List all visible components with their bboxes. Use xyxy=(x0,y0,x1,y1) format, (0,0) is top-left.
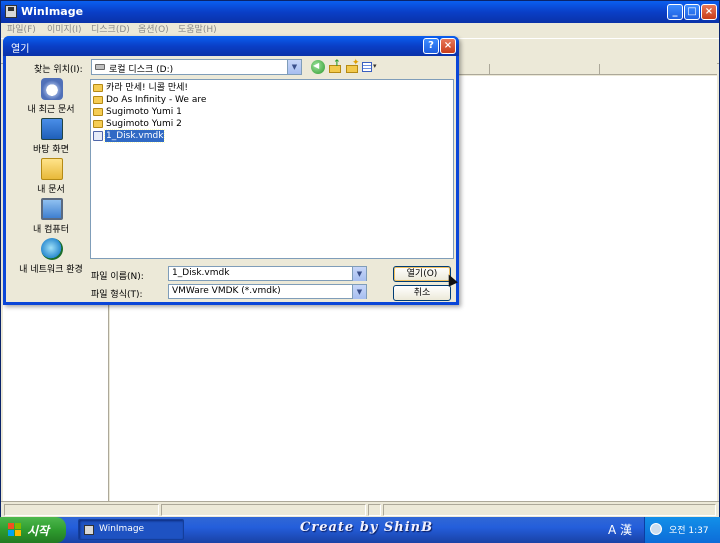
file-name-label: 파일 이름(N): xyxy=(91,272,144,282)
recent-documents-icon xyxy=(41,78,63,100)
chevron-down-icon[interactable]: ▼ xyxy=(352,267,366,281)
taskbar-item-label: WinImage xyxy=(99,524,145,534)
file-name: Do As Infinity - We are xyxy=(106,95,207,105)
status-cell xyxy=(161,504,366,516)
back-icon[interactable] xyxy=(311,60,325,74)
views-menu-icon[interactable]: ▾ xyxy=(361,60,379,74)
file-name: Sugimoto Yumi 2 xyxy=(106,119,182,129)
place-label: 내 컴퓨터 xyxy=(33,225,69,235)
chevron-down-icon[interactable]: ▼ xyxy=(287,60,301,74)
file-name: 카라 만세! 니콜 만세! xyxy=(106,83,189,93)
folder-icon xyxy=(93,108,103,116)
dialog-titlebar[interactable]: 열기 ? × xyxy=(3,36,459,56)
open-dialog: 열기 ? × 찾는 위치(I): 로컬 디스크 (D:) ▼ ↑ ✦ ▾ 내 최… xyxy=(3,36,459,305)
network-places-icon xyxy=(41,238,63,260)
file-name-input[interactable]: 1_Disk.vmdk ▼ xyxy=(168,266,367,281)
place-my-documents[interactable]: 내 문서 xyxy=(13,158,89,196)
clock[interactable]: 오전 1:37 xyxy=(669,523,709,536)
menu-disk[interactable]: 디스크(D) xyxy=(91,23,130,37)
file-type-value: VMWare VMDK (*.vmdk) xyxy=(172,286,281,296)
file-list[interactable]: 카라 만세! 니콜 만세! Do As Infinity - We are Su… xyxy=(90,79,454,259)
look-in-value: 로컬 디스크 (D:) xyxy=(109,65,174,75)
place-recent-documents[interactable]: 내 최근 문서 xyxy=(13,78,89,116)
ime-indicator[interactable]: A 漢 xyxy=(608,521,632,538)
cancel-button[interactable]: 취소 xyxy=(393,285,451,301)
look-in-label: 찾는 위치(I): xyxy=(34,65,83,75)
my-documents-icon xyxy=(41,158,63,180)
maximize-button[interactable]: □ xyxy=(684,4,700,20)
place-label: 내 최근 문서 xyxy=(27,105,75,115)
watermark: Create by ShinB xyxy=(300,520,434,535)
file-type-label: 파일 형식(T): xyxy=(91,290,143,300)
places-bar: 내 최근 문서 바탕 화면 내 문서 내 컴퓨터 내 네트워크 환경 xyxy=(13,78,89,275)
place-label: 바탕 화면 xyxy=(33,145,69,155)
file-type-dropdown[interactable]: VMWare VMDK (*.vmdk) ▼ xyxy=(168,284,367,299)
taskbar-item-winimage[interactable]: WinImage xyxy=(78,519,184,540)
up-folder-icon[interactable]: ↑ xyxy=(328,59,342,74)
file-name: Sugimoto Yumi 1 xyxy=(106,107,182,117)
status-bar xyxy=(1,501,719,517)
vmdk-file-icon xyxy=(93,131,103,141)
file-name-value: 1_Disk.vmdk xyxy=(172,268,230,278)
drive-icon xyxy=(95,64,105,70)
winimage-app-icon[interactable] xyxy=(5,5,17,18)
main-window-title: WinImage xyxy=(21,5,84,18)
my-computer-icon xyxy=(41,198,63,220)
help-button[interactable]: ? xyxy=(423,38,439,54)
place-my-computer[interactable]: 내 컴퓨터 xyxy=(13,198,89,236)
open-button[interactable]: 열기(O) xyxy=(393,266,451,282)
status-cell xyxy=(4,504,159,516)
system-tray: 오전 1:37 xyxy=(644,517,720,543)
menu-image[interactable]: 이미지(I) xyxy=(47,23,82,37)
start-button[interactable]: 시작 xyxy=(0,517,66,543)
place-desktop[interactable]: 바탕 화면 xyxy=(13,118,89,156)
file-name: 1_Disk.vmdk xyxy=(103,129,166,143)
new-folder-icon[interactable]: ✦ xyxy=(345,58,360,74)
winimage-app-icon xyxy=(84,525,94,535)
status-cell xyxy=(368,504,381,516)
folder-icon xyxy=(93,96,103,104)
menu-help[interactable]: 도움말(H) xyxy=(178,23,217,37)
windows-flag-icon xyxy=(8,523,21,536)
folder-icon xyxy=(93,84,103,92)
start-label: 시작 xyxy=(27,524,50,538)
look-in-dropdown[interactable]: 로컬 디스크 (D:) ▼ xyxy=(91,59,302,75)
place-label: 내 네트워크 환경 xyxy=(19,265,83,275)
folder-icon xyxy=(93,120,103,128)
dialog-close-button[interactable]: × xyxy=(440,38,456,54)
menu-file[interactable]: 파일(F) xyxy=(7,23,36,37)
minimize-button[interactable]: _ xyxy=(667,4,683,20)
taskbar: 시작 WinImage Create by ShinB A 漢 오전 1:37 xyxy=(0,517,720,543)
desktop-icon xyxy=(41,118,63,140)
chevron-down-icon[interactable]: ▼ xyxy=(352,285,366,299)
tray-globe-icon[interactable] xyxy=(650,523,662,535)
close-button[interactable]: × xyxy=(701,4,717,20)
menu-options[interactable]: 옵션(O) xyxy=(138,23,169,37)
main-titlebar[interactable]: WinImage _ □ × xyxy=(1,1,719,23)
place-network[interactable]: 내 네트워크 환경 xyxy=(13,238,89,276)
place-label: 내 문서 xyxy=(37,185,65,195)
menu-bar: 파일(F) 이미지(I) 디스크(D) 옵션(O) 도움말(H) xyxy=(1,23,719,37)
dialog-title: 열기 xyxy=(11,44,30,55)
status-cell xyxy=(383,504,716,516)
